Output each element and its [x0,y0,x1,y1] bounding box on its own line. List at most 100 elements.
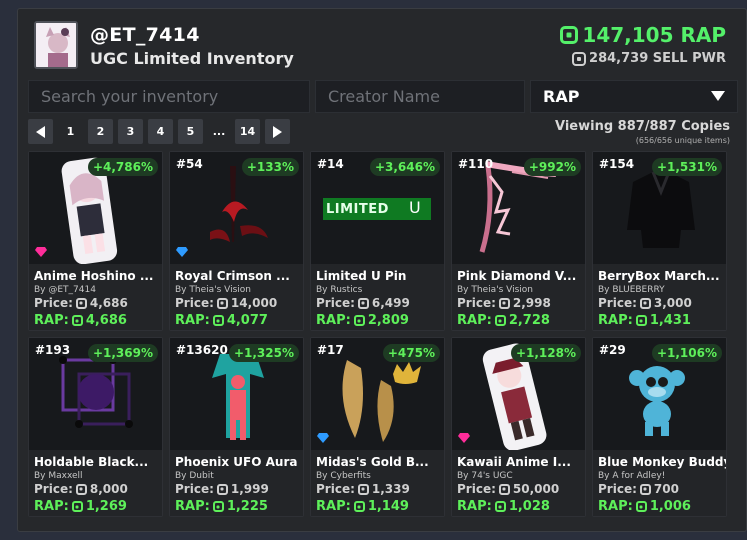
rap-label: RAP: [598,499,633,514]
item-rap: RAP: 1,225 [175,499,268,514]
item-price: Price: 6,499 [316,296,410,310]
robux-icon [71,315,83,326]
price-label: Price: [457,482,496,496]
item-percent-badge: +1,531% [651,158,722,176]
rap-value: 2,809 [367,313,409,328]
robux-icon [216,297,228,309]
price-label: Price: [316,482,355,496]
gem-icon [317,428,329,443]
item-name: Holdable Black... [34,455,149,469]
page-button-3[interactable]: 3 [118,119,143,144]
rap-label: RAP: [175,499,210,514]
gem-icon [35,242,47,257]
item-card[interactable]: #13620 +1,325% Phoenix UFO Aura By Dubit Pri… [169,337,304,517]
rap-label: RAP: [34,313,69,328]
item-card[interactable]: #29 +1,106% Blue Monkey Buddy By A for Adle… [592,337,727,517]
item-card[interactable]: LIMITED U #14 +3,646% Limited U Pin By Rustic… [310,151,445,331]
item-percent-badge: +4,786% [87,158,158,176]
item-price: Price: 700 [598,482,679,496]
item-creator: By @ET_7414 [34,285,96,295]
gem-icon [176,242,188,257]
viewing-count: Viewing 887/887 Copies [555,119,730,134]
item-info: Pink Diamond V... By Theia's Vision Price:… [452,264,585,330]
price-value: 4,686 [89,296,128,310]
price-value: 3,000 [653,296,692,310]
item-info: BerryBox March... By BLUEBERRY Price: 3,000… [593,264,726,330]
item-serial: #154 [599,157,635,171]
rap-value: 1,006 [649,499,691,514]
price-label: Price: [175,296,214,310]
inventory-title: UGC Limited Inventory [90,49,294,68]
price-value: 6,499 [371,296,410,310]
item-card[interactable]: #193 +1,369% Holdable Black... By Maxxell Pr… [28,337,163,517]
rap-label: RAP: [598,313,633,328]
robux-icon [353,315,365,326]
page-button-4[interactable]: 4 [148,119,173,144]
item-info: Phoenix UFO Aura By Dubit Price: 1,999 RAP: 1… [170,450,303,516]
item-info: Blue Monkey Buddy By A for Adley! Price: 70… [593,450,726,516]
rap-value: 4,686 [85,313,127,328]
item-rap: RAP: 1,149 [316,499,409,514]
item-rap: RAP: 4,077 [175,313,268,328]
item-card[interactable]: +4,786% Anime Hoshino ... By @ET_7414 Price… [28,151,163,331]
robux-icon [357,483,369,495]
rap-value: 1,269 [85,499,127,514]
item-serial: #13620 [176,343,228,357]
rap-label: RAP: [175,313,210,328]
item-card[interactable]: #17 +475% Midas's Gold B... By Cyberfits Pri… [310,337,445,517]
item-percent-badge: +475% [382,344,440,362]
item-card[interactable]: #110 +992% Pink Diamond V... By Theia's Vis… [451,151,586,331]
item-creator: By 74's UGC [457,471,513,481]
rap-value: 1,225 [226,499,268,514]
robux-icon [216,483,228,495]
item-creator: By Dubit [175,471,214,481]
item-name: Pink Diamond V... [457,269,577,283]
prev-page-button[interactable] [28,119,53,144]
item-creator: By Theia's Vision [175,285,251,295]
item-rap: RAP: 4,686 [34,313,127,328]
item-creator: By Theia's Vision [457,285,533,295]
item-rap: RAP: 1,028 [457,499,550,514]
sell-power-value: 284,739 SELL PWR [589,51,726,66]
item-card[interactable]: #54 +133% Royal Crimson ... By Theia's Visi… [169,151,304,331]
chevron-down-icon [711,91,725,101]
page-ellipsis: ... [212,125,226,138]
inventory-search-input[interactable] [28,80,310,113]
item-serial: #54 [176,157,203,171]
robux-icon [357,297,369,309]
creator-name-input[interactable] [315,80,525,113]
page-button-1[interactable]: 1 [58,119,83,144]
item-serial: #110 [458,157,494,171]
header: @ET_7414 UGC Limited Inventory 147,105 R… [18,9,746,77]
unique-count: (656/656 unique items) [635,136,730,145]
rap-label: RAP: [316,313,351,328]
rap-value: 2,728 [508,313,550,328]
page-button-14[interactable]: 14 [235,119,260,144]
price-label: Price: [34,482,73,496]
item-percent-badge: +1,369% [87,344,158,362]
item-creator: By A for Adley! [598,471,666,481]
item-price: Price: 8,000 [34,482,128,496]
item-price: Price: 1,999 [175,482,269,496]
item-rap: RAP: 1,006 [598,499,691,514]
sort-dropdown[interactable]: RAP [530,80,738,113]
next-page-button[interactable] [265,119,290,144]
robux-icon [494,501,506,512]
robux-icon [75,483,87,495]
price-value: 700 [653,482,679,496]
rap-label: RAP: [34,499,69,514]
avatar[interactable] [34,21,78,69]
rap-value: 4,077 [226,313,268,328]
inventory-panel: @ET_7414 UGC Limited Inventory 147,105 R… [17,8,747,532]
page-button-2[interactable]: 2 [88,119,113,144]
item-percent-badge: +3,646% [369,158,440,176]
item-card[interactable]: #154 +1,531% BerryBox March... By BLUEBERRY… [592,151,727,331]
robux-icon [71,501,83,512]
arrow-right-icon [273,125,282,138]
price-label: Price: [598,482,637,496]
item-price: Price: 1,339 [316,482,410,496]
price-label: Price: [316,296,355,310]
item-card[interactable]: +1,128% Kawaii Anime I... By 74's UGC Price… [451,337,586,517]
page-button-5[interactable]: 5 [178,119,203,144]
item-name: Kawaii Anime I... [457,455,571,469]
